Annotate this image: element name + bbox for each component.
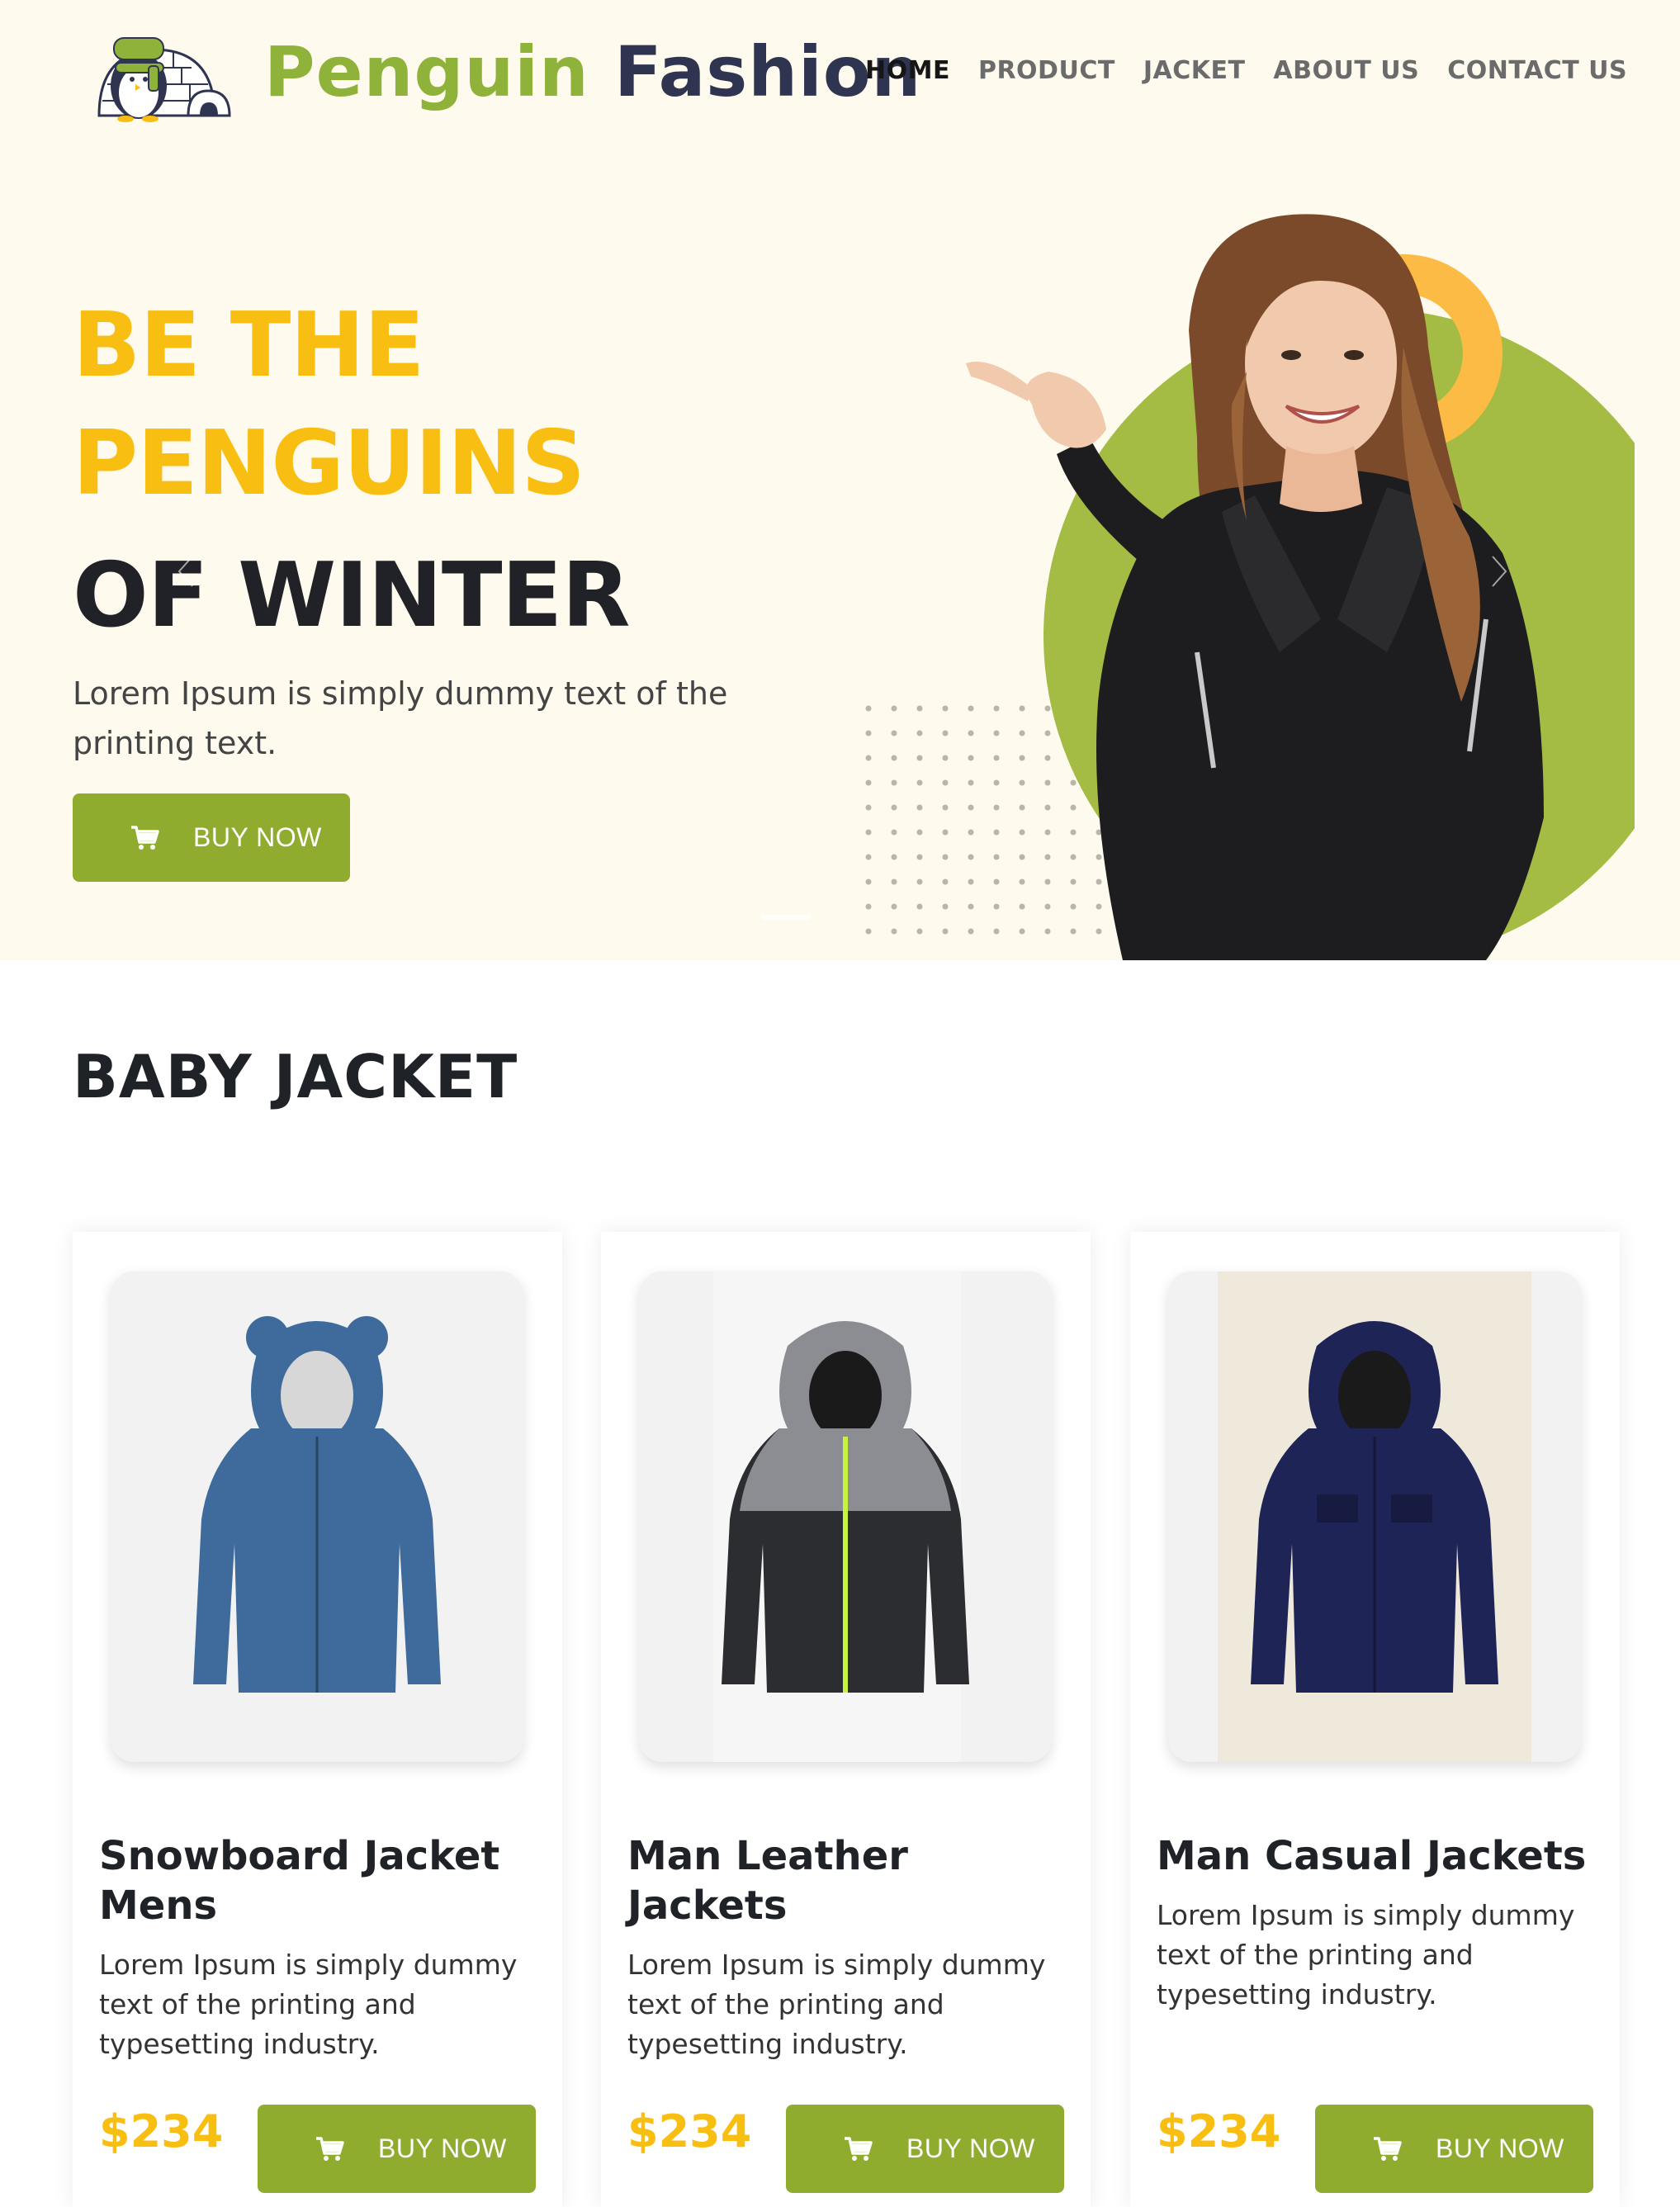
buy-now-button[interactable]: BUY NOW — [786, 2105, 1064, 2193]
nav-item-about-us[interactable]: ABOUT US — [1273, 56, 1419, 85]
product-image[interactable] — [1168, 1272, 1581, 1762]
nav-item-contact-us[interactable]: CONTACT US — [1447, 56, 1627, 85]
section-title: BABY JACKET — [73, 1042, 518, 1111]
product-description: Lorem Ipsum is simply dummy text of the … — [1157, 1899, 1575, 2010]
product-price: $234 — [1157, 2105, 1281, 2157]
cart-icon — [131, 825, 159, 850]
product-card: Man Casual Jackets Lorem Ipsum is simply… — [1130, 1232, 1620, 2207]
brand-name-part1: Penguin — [264, 31, 589, 112]
product-image[interactable] — [639, 1272, 1052, 1762]
hero-buy-now-button[interactable]: BUY NOW — [73, 793, 350, 882]
carousel-indicator[interactable] — [761, 915, 811, 920]
cart-icon — [316, 2136, 344, 2161]
buy-now-label: BUY NOW — [906, 2134, 1035, 2163]
jacket-image — [193, 1316, 441, 1693]
carousel-prev-icon[interactable] — [177, 555, 194, 588]
product-description: Lorem Ipsum is simply dummy text of the … — [627, 1949, 1046, 2060]
product-price: $234 — [627, 2105, 752, 2157]
jacket-image — [1218, 1272, 1531, 1762]
brand-name[interactable]: Penguin Fashion — [264, 31, 921, 112]
product-card: Snowboard Jacket Mens Lorem Ipsum is sim… — [73, 1232, 562, 2207]
hero-headline-line3: OF WINTER — [73, 544, 630, 647]
cart-icon — [1374, 2136, 1402, 2161]
nav-item-home[interactable]: HOME — [865, 56, 950, 85]
jacket-image — [713, 1272, 969, 1762]
main-nav: HOME PRODUCT JACKET ABOUT US CONTACT US — [865, 56, 1627, 85]
buy-now-button[interactable]: BUY NOW — [258, 2105, 536, 2193]
buy-now-label: BUY NOW — [378, 2134, 507, 2163]
hero-buy-now-label: BUY NOW — [193, 822, 322, 852]
buy-now-button[interactable]: BUY NOW — [1315, 2105, 1593, 2193]
nav-item-product[interactable]: PRODUCT — [978, 56, 1115, 85]
product-title: Snowboard Jacket Mens — [99, 1833, 500, 1929]
cart-icon — [845, 2136, 873, 2161]
product-title: Man Leather Jackets — [627, 1833, 908, 1929]
nav-item-jacket[interactable]: JACKET — [1143, 56, 1246, 85]
buy-now-label: BUY NOW — [1436, 2134, 1564, 2163]
hero-description: Lorem Ipsum is simply dummy text of the … — [73, 675, 728, 761]
product-description: Lorem Ipsum is simply dummy text of the … — [99, 1949, 518, 2060]
product-title: Man Casual Jackets — [1157, 1833, 1587, 1879]
carousel-next-icon[interactable] — [1491, 555, 1507, 588]
product-card: Man Leather Jackets Lorem Ipsum is simpl… — [601, 1232, 1091, 2207]
hero-headline-line2: PENGUINS — [73, 412, 585, 515]
product-image[interactable] — [111, 1272, 523, 1762]
hero-headline-line1: BE THE — [73, 294, 425, 397]
hero-model-image — [966, 214, 1635, 960]
product-price: $234 — [99, 2105, 224, 2157]
penguin-igloo-logo[interactable] — [91, 18, 239, 126]
